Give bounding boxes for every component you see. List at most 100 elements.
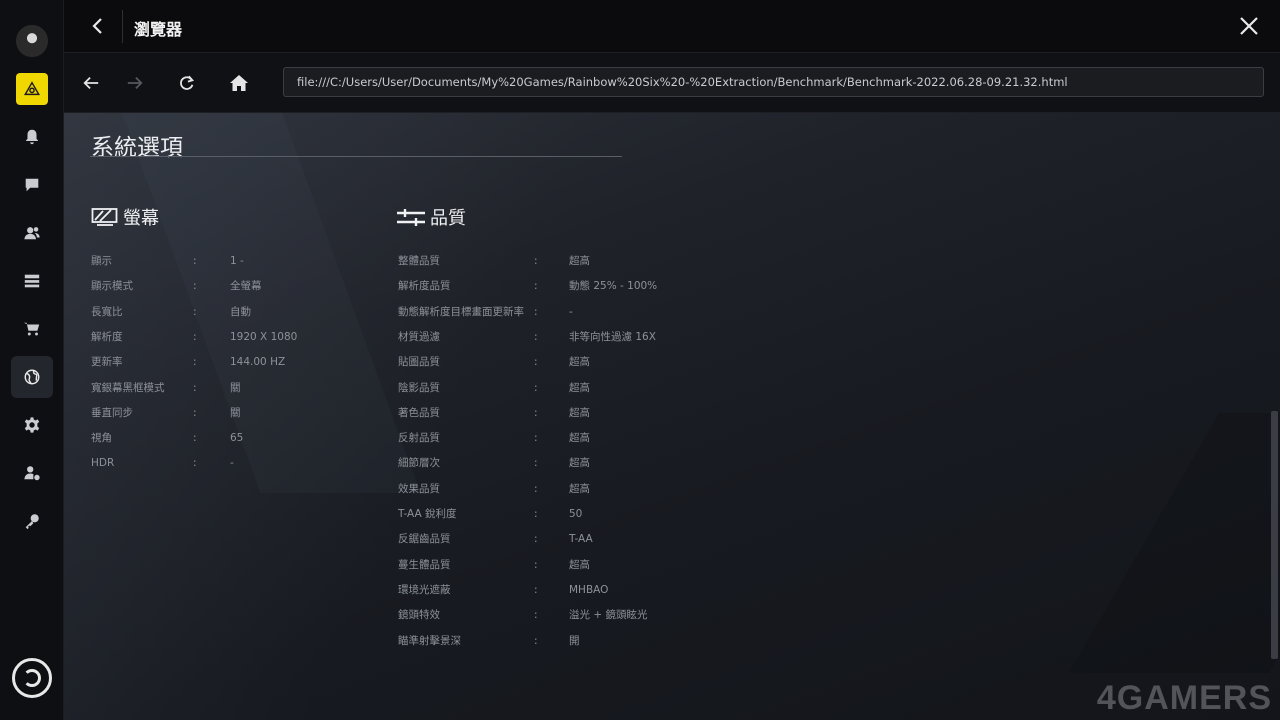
sidebar-item-redeem-key[interactable] (11, 500, 53, 542)
sidebar-item-notifications[interactable] (11, 116, 53, 158)
settings-row: 材質過濾: 非等向性過濾 16X (398, 330, 709, 344)
display-heading-label: 螢幕 (123, 208, 159, 229)
setting-label: T-AA 銳利度 (398, 508, 457, 520)
home-icon (230, 75, 248, 91)
ubisoft-swirl-icon (23, 669, 41, 687)
display-heading: 螢幕 (91, 204, 159, 230)
setting-separator: : (534, 406, 538, 419)
address-bar[interactable]: file:///C:/Users/User/Documents/My%20Gam… (283, 67, 1264, 97)
left-sidebar (0, 0, 64, 720)
setting-value: T-AA (569, 533, 593, 546)
chat-icon (25, 178, 39, 192)
setting-label: 貼圖品質 (398, 356, 440, 369)
sidebar-item-friends[interactable] (11, 212, 53, 254)
setting-value: 1920 X 1080 (230, 330, 298, 343)
settings-row: 蔓生體品質: 超高 (398, 558, 709, 572)
browser-reload-button[interactable] (174, 70, 200, 96)
sidebar-item-library[interactable] (11, 260, 53, 302)
arrow-left-icon (83, 76, 99, 90)
setting-value: 自動 (230, 305, 251, 318)
settings-row: 瞄準射擊景深: 開 (398, 634, 709, 648)
setting-separator: : (534, 432, 538, 445)
settings-row: 解析度品質: 動態 25% - 100% (398, 279, 709, 293)
settings-row: 細節層次: 超高 (398, 456, 709, 470)
setting-separator: : (534, 457, 538, 470)
arrow-right-icon (127, 76, 143, 90)
setting-label: 陰影品質 (398, 381, 440, 394)
settings-row: 顯示模式: 全螢幕 (91, 279, 370, 293)
setting-value: 1 - (230, 255, 244, 267)
setting-label: 更新率 (91, 356, 123, 369)
setting-separator: : (534, 330, 538, 343)
sidebar-item-account[interactable] (11, 452, 53, 494)
quality-heading: 品質 (396, 204, 466, 230)
back-button[interactable] (84, 12, 112, 40)
setting-value: 超高 (569, 482, 590, 495)
setting-value: 動態 25% - 100% (569, 280, 658, 293)
setting-value: 全螢幕 (230, 280, 262, 293)
sidebar-item-settings[interactable] (11, 404, 53, 446)
settings-row: 長寬比: 自動 (91, 305, 370, 319)
browser-home-button[interactable] (226, 70, 252, 96)
setting-value: - (569, 305, 573, 318)
setting-value: 關 (230, 406, 241, 419)
setting-separator: : (193, 406, 197, 419)
settings-row: 寬銀幕黑框模式: 關 (91, 381, 370, 395)
settings-row: 垂直同步: 關 (91, 406, 370, 420)
setting-value: 非等向性過濾 16X (569, 330, 656, 343)
sidebar-item-store[interactable] (11, 308, 53, 350)
background-shard (1068, 413, 1280, 673)
quality-heading-label: 品質 (430, 208, 466, 229)
monitor-icon (91, 208, 118, 226)
setting-value: 超高 (569, 432, 590, 445)
setting-label: 顯示模式 (91, 280, 133, 293)
scrollbar-track[interactable] (1271, 113, 1278, 720)
setting-label: 垂直同步 (91, 406, 133, 419)
title-underline (90, 156, 622, 157)
setting-label: 細節層次 (398, 457, 440, 470)
bell-icon (25, 129, 39, 145)
setting-value: 超高 (569, 457, 590, 470)
watermark-logo: 4GAMERS (1096, 679, 1272, 717)
settings-row: 陰影品質: 超高 (398, 381, 709, 395)
setting-label: 反鋸齒品質 (398, 533, 451, 546)
setting-label: 反射品質 (398, 432, 440, 445)
setting-label: 材質過濾 (398, 330, 440, 343)
setting-separator: : (193, 432, 197, 445)
settings-row: 環境光遮蔽: MHBAO (398, 583, 709, 597)
settings-row: 反鋸齒品質: T-AA (398, 532, 709, 546)
user-avatar[interactable] (16, 25, 48, 57)
close-icon (1240, 17, 1258, 35)
setting-value: 65 (230, 432, 244, 445)
setting-label: 整體品質 (398, 255, 440, 267)
setting-separator: : (193, 356, 197, 369)
scrollbar-thumb[interactable] (1271, 411, 1278, 659)
setting-separator: : (193, 330, 197, 343)
browser-back-button[interactable] (78, 70, 104, 96)
ubisoft-logo-button[interactable] (12, 658, 52, 698)
settings-row: 著色品質: 超高 (398, 406, 709, 420)
settings-row: 動態解析度目標畫面更新率: - (398, 305, 709, 319)
browser-forward-button[interactable] (122, 70, 148, 96)
setting-value: 50 (569, 508, 583, 520)
globe-icon (24, 369, 40, 385)
setting-separator: : (534, 255, 538, 267)
setting-label: 長寬比 (91, 305, 123, 318)
setting-value: 溢光 + 鏡頭眩光 (569, 609, 648, 622)
benchmark-page: 系統選項 螢幕 顯示:1 - 顯示模式: 全螢幕 長寬比: 自動 解析度:1920 X 1… (64, 113, 1280, 720)
sidebar-item-chat[interactable] (11, 164, 53, 206)
close-button[interactable] (1236, 13, 1262, 39)
setting-label: 鏡頭特效 (398, 609, 440, 622)
sidebar-item-browser[interactable] (11, 356, 53, 398)
setting-label: 蔓生體品質 (398, 558, 451, 571)
setting-value: - (230, 457, 234, 470)
setting-label: 解析度品質 (398, 280, 451, 293)
setting-label: 寬銀幕黑框模式 (91, 381, 165, 394)
setting-separator: : (534, 381, 538, 394)
ubisoft-connect-logo-button[interactable] (16, 73, 48, 105)
setting-separator: : (193, 381, 197, 394)
settings-row: 顯示: 1 - (91, 254, 370, 268)
reload-icon (180, 75, 195, 90)
cart-icon (23, 322, 40, 336)
setting-value: 144.00 HZ (230, 356, 286, 369)
